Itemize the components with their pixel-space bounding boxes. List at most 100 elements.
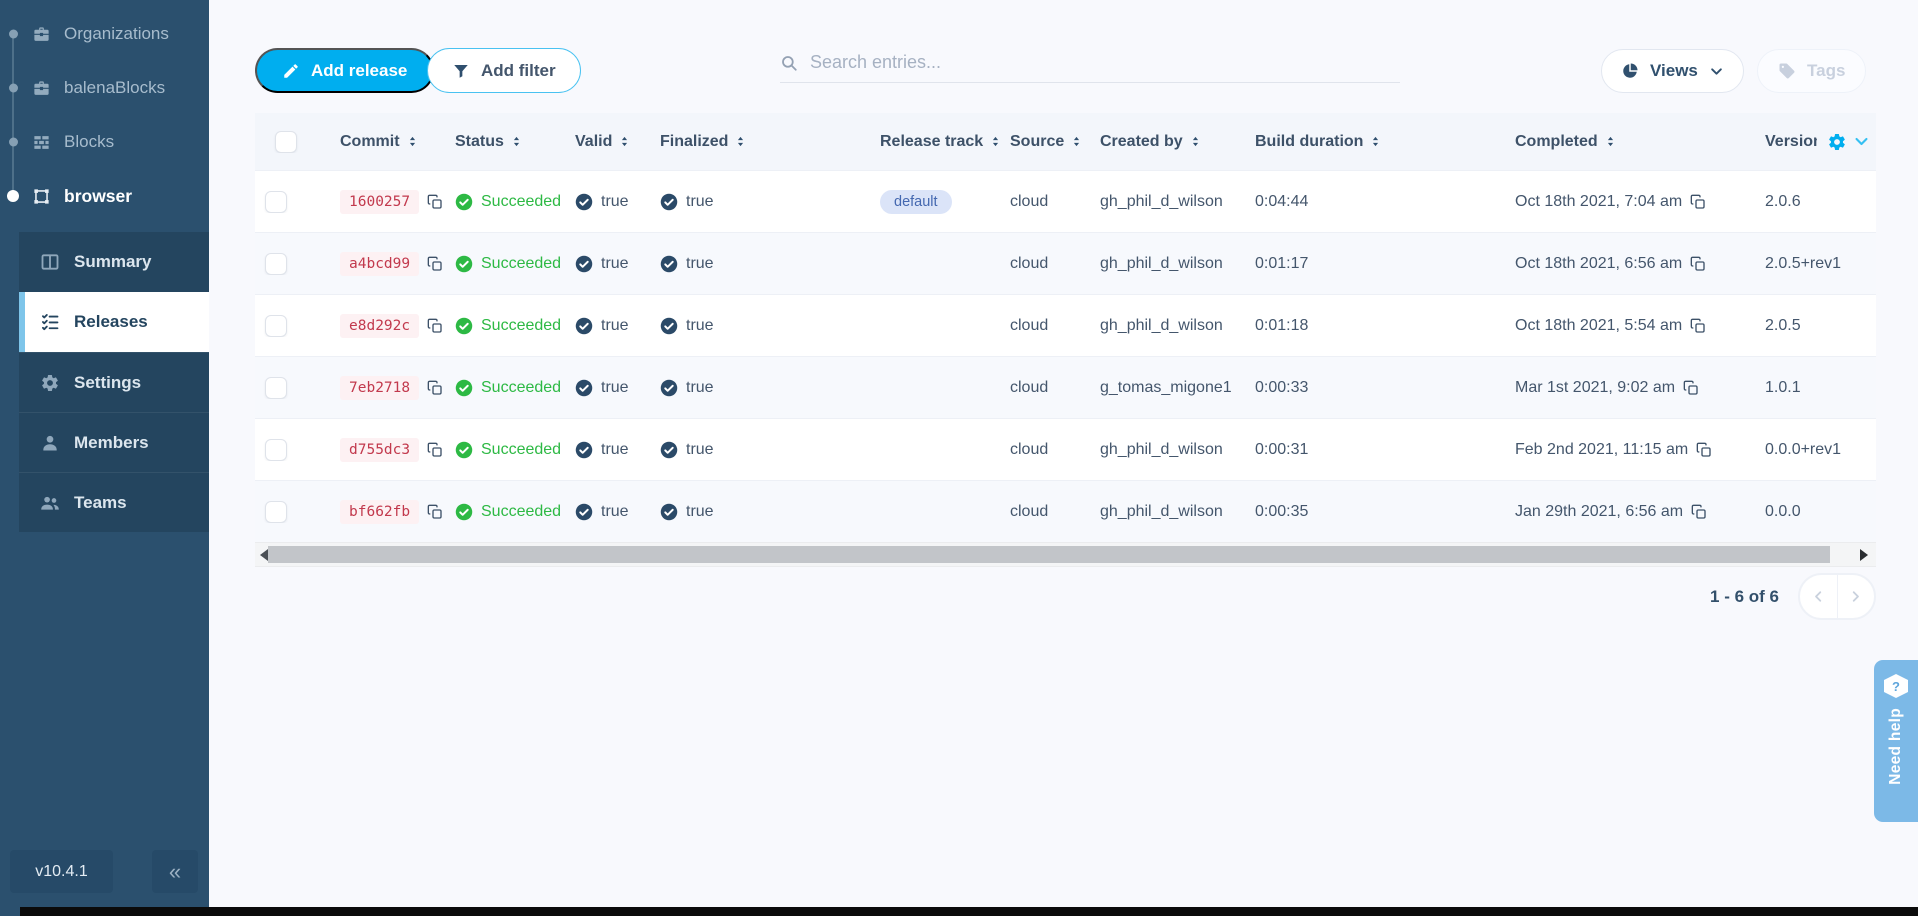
row-checkbox[interactable] (265, 377, 287, 399)
version-text: 2.0.5+rev1 (1765, 255, 1841, 273)
version-text: 1.0.1 (1765, 379, 1801, 397)
row-checkbox[interactable] (265, 191, 287, 213)
created-by-cell: gh_phil_d_wilson (1090, 503, 1245, 521)
sidebar-item-organizations[interactable]: Organizations (0, 7, 209, 61)
copy-icon[interactable] (427, 380, 443, 396)
row-checkbox[interactable] (265, 253, 287, 275)
sidebar-item-teams[interactable]: Teams (19, 472, 209, 532)
header-release-track[interactable]: Release track (870, 133, 1000, 151)
sort-icon (618, 135, 631, 148)
header-completed[interactable]: Completed (1505, 133, 1755, 151)
sidebar-collapse-button[interactable]: « (152, 850, 198, 893)
version-text: 2.0.6 (1765, 193, 1801, 211)
finalized-text: true (686, 379, 714, 397)
row-select-cell (255, 439, 330, 461)
completed-text: Oct 18th 2021, 7:04 am (1515, 193, 1682, 211)
scrollbar-thumb[interactable] (268, 546, 1830, 563)
next-page-button[interactable] (1838, 575, 1875, 618)
table-row[interactable]: a4bcd99 Succeeded true (255, 232, 1876, 294)
header-build-duration[interactable]: Build duration (1245, 133, 1505, 151)
version-cell: 0.0.0 (1755, 503, 1876, 521)
table-row[interactable]: e8d292c Succeeded true (255, 294, 1876, 356)
commit-hash[interactable]: a4bcd99 (340, 252, 419, 276)
add-filter-button[interactable]: Add filter (427, 48, 581, 93)
build-duration-text: 0:01:17 (1255, 255, 1308, 273)
version-text: 2.0.5 (1765, 317, 1801, 335)
commit-hash[interactable]: e8d292c (340, 314, 419, 338)
releases-table: Commit Status Valid Finalized Release tr… (255, 113, 1876, 542)
commit-hash[interactable]: 1600257 (340, 190, 419, 214)
table-row[interactable]: bf662fb Succeeded true (255, 480, 1876, 542)
sidebar-item-summary[interactable]: Summary (19, 232, 209, 292)
add-release-button[interactable]: Add release (255, 48, 434, 93)
search-input[interactable] (810, 52, 1400, 73)
version-text: v10.4.1 (35, 863, 87, 881)
copy-icon[interactable] (1683, 380, 1699, 396)
sidebar-item-settings[interactable]: Settings (19, 352, 209, 412)
sidebar-item-blocks[interactable]: Blocks (0, 115, 209, 169)
row-checkbox[interactable] (265, 439, 287, 461)
table-body: 1600257 Succeeded true (255, 170, 1876, 542)
check-circle-icon (575, 503, 593, 521)
header-commit[interactable]: Commit (330, 133, 445, 151)
commit-hash[interactable]: 7eb2718 (340, 376, 419, 400)
prev-page-button[interactable] (1800, 575, 1838, 618)
table-row[interactable]: 1600257 Succeeded true (255, 170, 1876, 232)
add-release-label: Add release (311, 61, 407, 81)
sidebar-item-members[interactable]: Members (19, 412, 209, 472)
commit-hash[interactable]: d755dc3 (340, 438, 419, 462)
copy-icon[interactable] (1690, 256, 1706, 272)
table-row[interactable]: 7eb2718 Succeeded true (255, 356, 1876, 418)
copy-icon[interactable] (427, 318, 443, 334)
valid-text: true (601, 193, 629, 211)
header-valid[interactable]: Valid (565, 133, 650, 151)
sidebar: Organizations balenaBlocks Blocks browse… (0, 0, 209, 916)
copy-icon[interactable] (427, 504, 443, 520)
copy-icon[interactable] (1690, 318, 1706, 334)
sidebar-item-browser[interactable]: browser (0, 169, 209, 223)
tree-node-dot (9, 30, 18, 39)
row-select-cell (255, 191, 330, 213)
header-version[interactable]: Version (1755, 132, 1876, 152)
sidebar-item-balenablocks[interactable]: balenaBlocks (0, 61, 209, 115)
copy-icon[interactable] (1690, 194, 1706, 210)
created-by-cell: g_tomas_migone1 (1090, 379, 1245, 397)
table-header-row: Commit Status Valid Finalized Release tr… (255, 113, 1876, 170)
completed-cell: Oct 18th 2021, 6:56 am (1505, 255, 1755, 273)
check-circle-icon (575, 379, 593, 397)
row-checkbox[interactable] (265, 501, 287, 523)
table-row[interactable]: d755dc3 Succeeded true (255, 418, 1876, 480)
app-version-badge: v10.4.1 (10, 850, 113, 893)
header-created-by[interactable]: Created by (1090, 133, 1245, 151)
column-settings-gear-icon[interactable] (1827, 132, 1847, 152)
scroll-left-arrow-icon[interactable] (260, 549, 268, 561)
header-status[interactable]: Status (445, 133, 565, 151)
views-button[interactable]: Views (1601, 49, 1744, 93)
copy-icon[interactable] (1691, 504, 1707, 520)
briefcase-icon (32, 79, 51, 98)
created-by-cell: gh_phil_d_wilson (1090, 193, 1245, 211)
chevron-down-icon[interactable] (1853, 133, 1870, 150)
header-finalized[interactable]: Finalized (650, 133, 870, 151)
release-track-badge: default (880, 190, 952, 214)
select-all-checkbox[interactable] (275, 131, 297, 153)
copy-icon[interactable] (427, 194, 443, 210)
source-cell: cloud (1000, 503, 1090, 521)
row-checkbox[interactable] (265, 315, 287, 337)
people-icon (40, 493, 60, 513)
commit-hash[interactable]: bf662fb (340, 500, 419, 524)
copy-icon[interactable] (427, 442, 443, 458)
copy-icon[interactable] (427, 256, 443, 272)
need-help-tab[interactable]: ? Need help (1874, 660, 1918, 822)
select-all-cell (255, 131, 330, 153)
check-circle-icon (660, 379, 678, 397)
copy-icon[interactable] (1696, 442, 1712, 458)
valid-text: true (601, 255, 629, 273)
status-cell: Succeeded (445, 193, 565, 211)
row-select-cell (255, 377, 330, 399)
sidebar-item-releases[interactable]: Releases (19, 292, 209, 352)
header-source[interactable]: Source (1000, 133, 1090, 151)
scroll-right-arrow-icon[interactable] (1860, 549, 1868, 561)
finalized-cell: true (650, 255, 870, 273)
horizontal-scrollbar[interactable] (255, 542, 1876, 567)
